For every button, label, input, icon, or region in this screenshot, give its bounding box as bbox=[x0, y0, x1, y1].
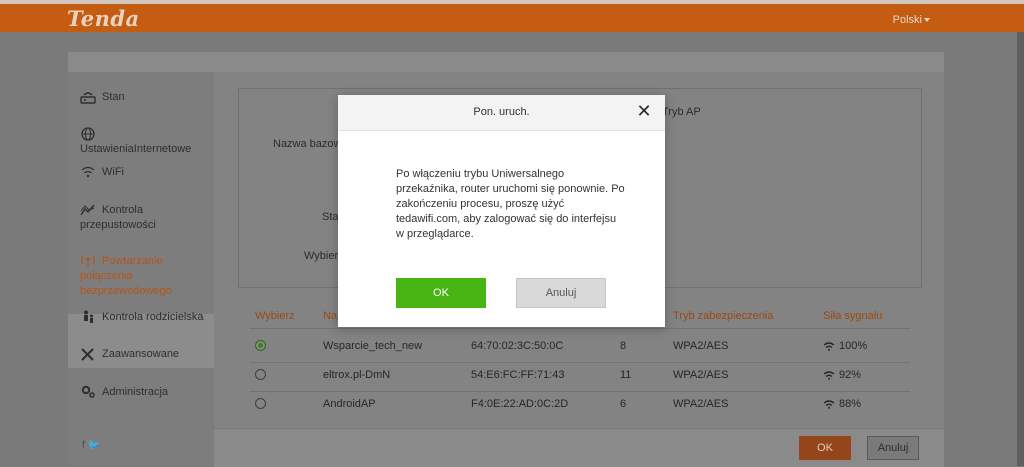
network-radio[interactable] bbox=[255, 369, 266, 380]
sidebar-item-label: Zaawansowane bbox=[102, 348, 180, 360]
language-label: Polski bbox=[892, 14, 922, 26]
column-header-select: Wybierz bbox=[255, 310, 295, 322]
tools-icon bbox=[81, 348, 94, 361]
network-name: Wsparcie_tech_new bbox=[323, 340, 423, 352]
network-channel: 8 bbox=[620, 340, 627, 352]
wifi-signal-icon bbox=[823, 342, 835, 351]
bandwidth-icon bbox=[80, 204, 95, 216]
dialog-message: Po włączeniu trybu Uniwersalnego przekaź… bbox=[396, 168, 625, 240]
sidebar-item-label: Kontrola rodzicielska bbox=[102, 311, 204, 323]
sidebar-item-wireless-repeating[interactable]: Powtarzanie połączenia bezprzewodowego bbox=[80, 254, 212, 299]
sidebar-item-label: Stan bbox=[102, 91, 125, 103]
close-icon[interactable]: ✕ bbox=[636, 102, 652, 120]
network-security: WPA2/AES bbox=[673, 340, 729, 352]
repeater-icon bbox=[80, 255, 96, 268]
window-scrollbar[interactable] bbox=[1017, 32, 1024, 466]
sidebar-item-label: WiFi bbox=[102, 166, 124, 178]
save-button[interactable]: OK bbox=[799, 436, 851, 460]
wifi-signal-icon bbox=[823, 400, 835, 409]
column-header-security: Tryb zabezpieczenia bbox=[673, 310, 774, 322]
wifi-signal-icon bbox=[823, 371, 835, 380]
social-links[interactable]: f 🐦 bbox=[82, 440, 100, 451]
sidebar-item-advanced[interactable]: Zaawansowane bbox=[80, 347, 212, 362]
cancel-button[interactable]: Anuluj bbox=[867, 436, 919, 460]
sidebar-item-wifi[interactable]: WiFi bbox=[80, 165, 212, 180]
gear-icon bbox=[81, 385, 95, 398]
dialog-cancel-button[interactable]: Anuluj bbox=[516, 278, 606, 308]
sidebar-item-administration[interactable]: Administracja bbox=[80, 385, 212, 400]
select-label: Wybier bbox=[304, 250, 339, 262]
network-security: WPA2/AES bbox=[673, 369, 729, 381]
sidebar-item-status[interactable]: Stan bbox=[80, 90, 212, 105]
network-name: AndroidAP bbox=[323, 398, 376, 410]
sidebar-item-label: UstawieniaInternetowe bbox=[80, 143, 192, 155]
table-divider bbox=[250, 362, 910, 363]
wifi-icon bbox=[81, 166, 95, 178]
network-channel: 6 bbox=[620, 398, 627, 410]
router-icon bbox=[80, 92, 96, 104]
network-channel: 11 bbox=[620, 369, 632, 381]
network-signal: 92% bbox=[839, 369, 862, 381]
network-security: WPA2/AES bbox=[673, 398, 729, 410]
table-row[interactable]: eltrox.pl-DmN 54:E6:FC:FF:71:43 11 WPA2/… bbox=[250, 369, 910, 397]
chevron-down-icon bbox=[924, 18, 930, 23]
dialog-header: Pon. uruch. ✕ bbox=[338, 95, 665, 131]
sidebar-item-internet-settings[interactable]: UstawieniaInternetowe bbox=[80, 127, 212, 157]
network-signal: 100% bbox=[839, 340, 868, 352]
sidebar-item-label: Administracja bbox=[102, 386, 169, 398]
table-row[interactable]: Wsparcie_tech_new 64:70:02:3C:50:0C 8 WP… bbox=[250, 340, 910, 368]
sidebar-item-bandwidth[interactable]: Kontrola przepustowości bbox=[80, 203, 212, 233]
network-radio-selected[interactable] bbox=[255, 340, 266, 351]
network-mac: F4:0E:22:AD:0C:2D bbox=[471, 398, 569, 410]
dialog-ok-button[interactable]: OK bbox=[396, 278, 486, 308]
column-header-name: Na bbox=[323, 310, 338, 322]
sidebar: Stan UstawieniaInternetowe WiFi Kontrola… bbox=[68, 72, 214, 466]
sidebar-item-parental-control[interactable]: Kontrola rodzicielska bbox=[80, 310, 212, 325]
language-selector[interactable]: Polski bbox=[893, 14, 930, 26]
ssid-label: Nazwa bazow bbox=[273, 138, 342, 150]
status-label: Sta bbox=[322, 211, 339, 223]
network-mac: 54:E6:FC:FF:71:43 bbox=[471, 369, 565, 381]
dialog-title: Pon. uruch. bbox=[473, 106, 530, 118]
column-header-signal: Siła sygnału bbox=[823, 310, 883, 322]
network-mac: 64:70:02:3C:50:0C bbox=[471, 340, 564, 352]
network-radio[interactable] bbox=[255, 398, 266, 409]
reboot-dialog: Pon. uruch. ✕ Po włączeniu trybu Uniwers… bbox=[338, 95, 665, 327]
top-bar: Tenda Polski bbox=[0, 0, 1024, 32]
mode-label: Tryb AP bbox=[662, 106, 701, 118]
parental-icon bbox=[84, 310, 93, 324]
table-row[interactable]: AndroidAP F4:0E:22:AD:0C:2D 6 WPA2/AES 8… bbox=[250, 398, 910, 426]
tenda-logo: Tenda bbox=[67, 6, 140, 31]
network-name: eltrox.pl-DmN bbox=[323, 369, 391, 381]
table-divider bbox=[250, 391, 910, 392]
network-signal: 88% bbox=[839, 398, 862, 410]
table-divider bbox=[250, 328, 910, 329]
globe-icon bbox=[81, 127, 95, 141]
